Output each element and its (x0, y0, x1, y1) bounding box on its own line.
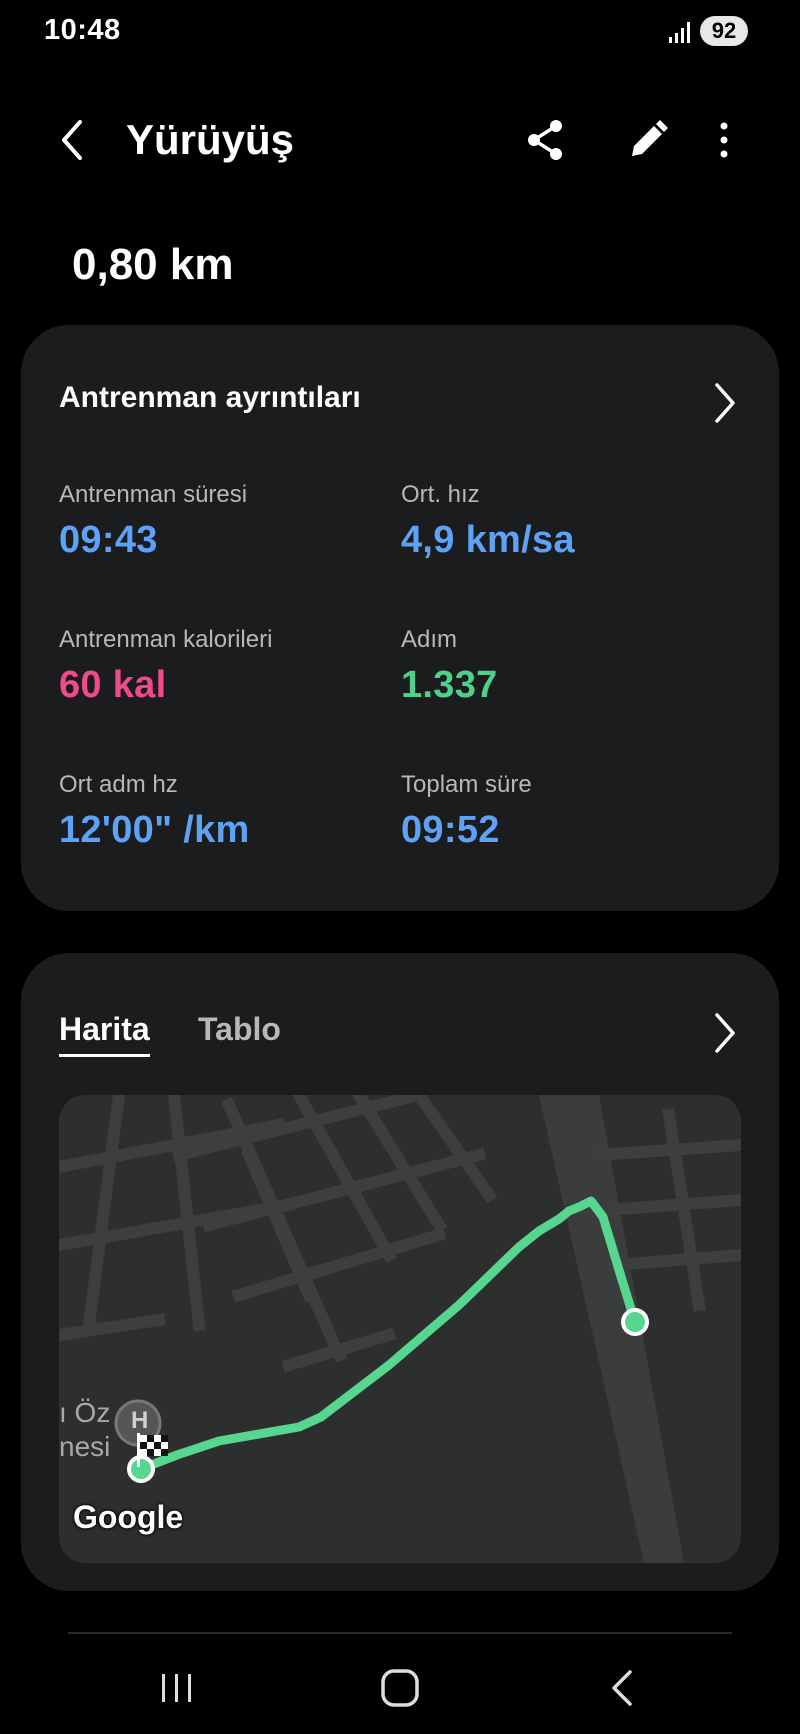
tab-table[interactable]: Tablo (198, 1011, 281, 1048)
workout-details-title: Antrenman ayrıntıları (59, 381, 361, 414)
stat-label: Adım (401, 626, 458, 653)
workout-details-card[interactable]: Antrenman ayrıntıları Antrenman süresi 0… (21, 325, 779, 911)
finish-flag-icon (137, 1433, 168, 1467)
stat-value: 60 kal (59, 664, 167, 706)
stat-value: 12'00" /km (59, 809, 250, 851)
navigation-bar (0, 1640, 800, 1734)
back-icon[interactable] (52, 114, 96, 166)
stat-total-time: Toplam süre 09:52 (401, 771, 532, 852)
divider (68, 1632, 732, 1634)
stat-steps: Adım 1.337 (401, 626, 498, 707)
map-card: Harita Tablo H ı Öz nesi Google (21, 953, 779, 1591)
total-distance: 0,80 km (72, 240, 234, 289)
tab-map[interactable]: Harita (59, 1011, 150, 1057)
edit-icon[interactable] (622, 114, 674, 166)
stat-workout-duration: Antrenman süresi 09:43 (59, 481, 247, 562)
stat-value: 09:43 (59, 519, 158, 561)
chevron-right-icon[interactable] (709, 381, 739, 425)
stat-label: Ort. hız (401, 481, 480, 508)
status-time: 10:48 (44, 14, 121, 46)
stat-avg-speed: Ort. hız 4,9 km/sa (401, 481, 575, 562)
share-icon[interactable] (520, 114, 572, 166)
stat-value: 4,9 km/sa (401, 519, 575, 561)
chevron-right-icon[interactable] (709, 1011, 739, 1055)
stat-label: Ort adm hz (59, 771, 178, 798)
app-bar: Yürüyüş (0, 90, 800, 190)
more-icon[interactable] (698, 114, 750, 166)
stat-label: Antrenman kalorileri (59, 626, 273, 653)
google-attribution: Google (73, 1499, 184, 1535)
page-title: Yürüyüş (126, 116, 295, 163)
stat-label: Antrenman süresi (59, 481, 248, 508)
stat-value: 1.337 (401, 664, 498, 706)
stat-label: Toplam süre (401, 771, 532, 798)
battery-indicator: 92 (700, 16, 748, 46)
signal-icon (669, 22, 690, 43)
back-nav-icon[interactable] (594, 1662, 654, 1714)
home-icon[interactable] (370, 1662, 430, 1714)
status-bar: 10:48 92 (0, 0, 800, 62)
poi-hospital-icon: H (131, 1407, 149, 1434)
map-place-label: ı Öz (59, 1397, 111, 1428)
route-map[interactable]: H ı Öz nesi Google (59, 1095, 741, 1563)
map-streets (59, 1095, 741, 1563)
stat-avg-pace: Ort adm hz 12'00" /km (59, 771, 250, 852)
stat-calories: Antrenman kalorileri 60 kal (59, 626, 272, 707)
stat-value: 09:52 (401, 809, 500, 851)
recents-icon[interactable] (146, 1662, 206, 1714)
map-place-label: nesi (59, 1431, 111, 1462)
